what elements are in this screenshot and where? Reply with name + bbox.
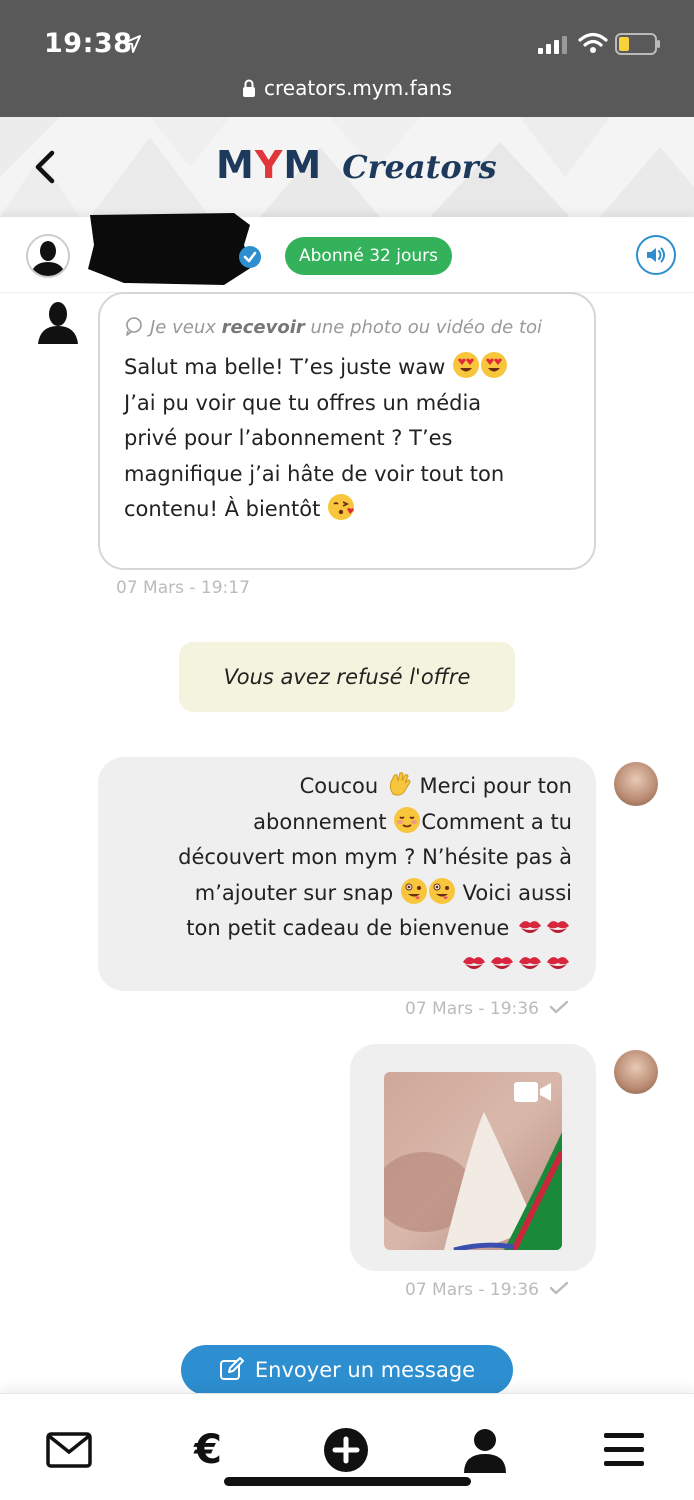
lock-icon	[243, 79, 256, 97]
app-header: MYM Creators	[0, 117, 694, 217]
browser-chrome: 19:38 creators.mym.fans	[0, 0, 694, 117]
verified-badge-icon	[239, 246, 261, 268]
kiss-mark-emoji-icon	[516, 948, 544, 976]
speaker-icon	[647, 247, 665, 263]
heart-eyes-emoji-icon	[480, 351, 508, 379]
incoming-timestamp: 07 Mars - 19:17	[116, 578, 250, 598]
video-camera-icon	[514, 1082, 551, 1102]
back-button[interactable]	[28, 145, 62, 189]
nav-revenue[interactable]: €	[184, 1426, 232, 1474]
read-check-icon	[549, 1000, 569, 1014]
incoming-message-bubble: Je veux recevoir une photo ou vidéo de t…	[98, 292, 596, 570]
outgoing-message-text: Coucou Merci pour ton abonnement Comment…	[122, 769, 572, 982]
sound-toggle-button[interactable]	[636, 235, 676, 275]
smiling-blush-emoji-icon	[393, 806, 421, 834]
send-message-label: Envoyer un message	[254, 1358, 476, 1382]
comment-icon	[126, 317, 142, 336]
mail-icon	[46, 1432, 92, 1468]
menu-icon	[604, 1433, 644, 1466]
user-icon	[464, 1429, 506, 1473]
kiss-emoji-icon	[327, 493, 355, 521]
signal-icon	[538, 36, 567, 54]
plus-circle-icon	[324, 1428, 368, 1472]
offer-refused-notice: Vous avez refusé l'offre	[179, 642, 515, 712]
kiss-mark-emoji-icon	[544, 912, 572, 940]
zany-face-emoji-icon	[400, 877, 428, 905]
nav-profile[interactable]	[461, 1426, 509, 1474]
logo-mym: MYM	[216, 143, 323, 187]
mym-creators-logo: MYM Creators	[216, 143, 497, 193]
kiss-mark-emoji-icon	[544, 948, 572, 976]
default-user-icon	[30, 241, 66, 276]
contact-avatar[interactable]	[26, 234, 70, 278]
url-text: creators.mym.fans	[264, 76, 452, 100]
subscription-badge: Abonné 32 jours	[285, 237, 453, 275]
outgoing-text-timestamp: 07 Mars - 19:36	[405, 999, 569, 1019]
read-check-icon	[549, 1281, 569, 1295]
status-time: 19:38	[44, 28, 133, 59]
zany-face-emoji-icon	[428, 877, 456, 905]
kiss-mark-emoji-icon	[516, 912, 544, 940]
wifi-icon	[578, 32, 608, 53]
outgoing-video-timestamp: 07 Mars - 19:36	[405, 1280, 569, 1300]
creator-avatar	[614, 762, 658, 806]
video-thumbnail[interactable]	[384, 1072, 562, 1250]
outgoing-video-bubble	[350, 1044, 596, 1271]
conversation-header: Abonné 32 jours	[0, 213, 694, 293]
edit-icon	[219, 1357, 244, 1380]
kiss-mark-emoji-icon	[488, 948, 516, 976]
media-request-line: Je veux recevoir une photo ou vidéo de t…	[124, 310, 570, 345]
nav-create[interactable]	[322, 1426, 370, 1474]
home-indicator	[224, 1477, 471, 1486]
battery-icon	[615, 33, 660, 55]
location-arrow-icon	[123, 35, 141, 53]
euro-icon: €	[194, 1427, 222, 1473]
nav-menu[interactable]	[600, 1426, 648, 1474]
waving-hand-emoji-icon	[385, 770, 413, 798]
heart-eyes-emoji-icon	[452, 351, 480, 379]
creator-avatar	[614, 1050, 658, 1094]
logo-creators: Creators	[342, 148, 497, 186]
kiss-mark-emoji-icon	[460, 948, 488, 976]
incoming-message-text: Salut ma belle! T’es juste waw J’ai pu v…	[124, 350, 570, 528]
nav-messages[interactable]	[45, 1426, 93, 1474]
outgoing-message-bubble: Coucou Merci pour ton abonnement Comment…	[98, 757, 596, 991]
sender-avatar	[38, 302, 78, 344]
send-message-button[interactable]: Envoyer un message	[181, 1345, 513, 1395]
redacted-username	[88, 213, 252, 285]
url-bar[interactable]: creators.mym.fans	[0, 76, 694, 100]
